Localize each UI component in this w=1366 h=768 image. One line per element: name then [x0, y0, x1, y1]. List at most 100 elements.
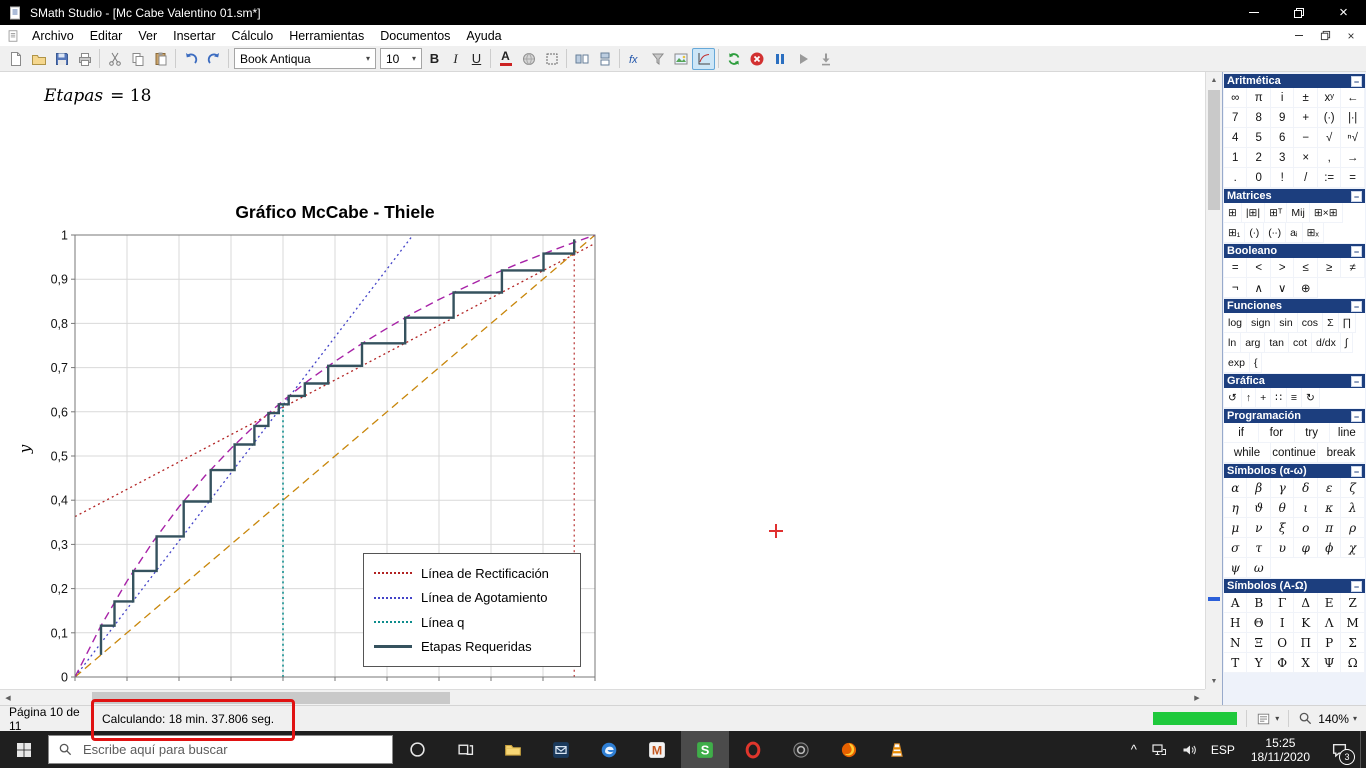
palette-button-booleano[interactable]: ≥	[1318, 258, 1341, 278]
palette-button-grafica[interactable]: +	[1256, 388, 1271, 408]
palette-button-simbolos[interactable]: Μ	[1341, 613, 1364, 633]
palette-button-booleano[interactable]: ≤	[1294, 258, 1317, 278]
palette-button-simbolos[interactable]: Χ	[1294, 653, 1317, 673]
insert-picture-button[interactable]	[669, 48, 692, 70]
palette-button-aritmetica[interactable]: +	[1294, 108, 1317, 128]
palette-button-simbolos[interactable]: Ν	[1224, 633, 1247, 653]
palette-button-simbolos[interactable]: υ	[1271, 538, 1294, 558]
palette-button-aritmetica[interactable]: 1	[1224, 148, 1247, 168]
vertical-scrollbar[interactable]: ▲ ▼	[1205, 72, 1222, 689]
palette-button-funciones[interactable]: ∏	[1339, 313, 1357, 333]
menu-item-calculo[interactable]: Cálculo	[224, 27, 282, 45]
palette-button-aritmetica[interactable]: 6	[1271, 128, 1294, 148]
bold-button[interactable]: B	[424, 48, 445, 70]
palette-button-simbolos[interactable]: Ω	[1341, 653, 1364, 673]
menu-item-herramientas[interactable]: Herramientas	[281, 27, 372, 45]
palette-button-booleano[interactable]: ≠	[1341, 258, 1364, 278]
paste-button[interactable]	[149, 48, 172, 70]
palette-button-funciones[interactable]: arg	[1241, 333, 1265, 353]
scroll-down-button[interactable]: ▼	[1206, 673, 1222, 689]
palette-button-simbolos[interactable]: Υ	[1247, 653, 1270, 673]
save-button[interactable]	[50, 48, 73, 70]
menu-item-archivo[interactable]: Archivo	[24, 27, 82, 45]
palette-button-aritmetica[interactable]: /	[1294, 168, 1317, 188]
menu-item-editar[interactable]: Editar	[82, 27, 131, 45]
palette-button-aritmetica[interactable]: .	[1224, 168, 1247, 188]
palette-button-simbolos[interactable]: ρ	[1341, 518, 1364, 538]
palette-button-aritmetica[interactable]: !	[1271, 168, 1294, 188]
close-button[interactable]: ×	[1321, 0, 1366, 25]
minimize-button[interactable]	[1231, 0, 1276, 25]
palette-button-simbolos[interactable]: π	[1318, 518, 1341, 538]
palette-button-matrices[interactable]: |⊞|	[1242, 203, 1265, 223]
palette-button-simbolos[interactable]: ι	[1294, 498, 1317, 518]
palette-button-aritmetica[interactable]: 9	[1271, 108, 1294, 128]
palette-button-simbolos[interactable]: η	[1224, 498, 1247, 518]
palette-button-matrices[interactable]: ⊞	[1224, 203, 1242, 223]
panel-header-grafica[interactable]: Gráfica−	[1224, 374, 1365, 388]
palette-button-simbolos[interactable]: Η	[1224, 613, 1247, 633]
font-color-button[interactable]: A	[494, 48, 517, 70]
palette-button-aritmetica[interactable]: ±	[1294, 88, 1317, 108]
action-center-button[interactable]: 3	[1319, 731, 1360, 768]
palette-button-funciones[interactable]: Σ	[1323, 313, 1339, 333]
panel-header-simbolos[interactable]: Símbolos (α-ω)−	[1224, 464, 1365, 478]
palette-button-simbolos[interactable]: Ψ	[1318, 653, 1341, 673]
scroll-right-button[interactable]: ▶	[1189, 690, 1205, 706]
collapse-icon[interactable]: −	[1351, 411, 1362, 422]
palette-button-booleano[interactable]: ¬	[1224, 278, 1247, 298]
palette-button-simbolos[interactable]: Κ	[1294, 613, 1317, 633]
palette-button-aritmetica[interactable]: π	[1247, 88, 1270, 108]
palette-button-funciones[interactable]: cot	[1289, 333, 1312, 353]
run-button[interactable]	[791, 48, 814, 70]
palette-button-programacion[interactable]: while	[1224, 443, 1271, 463]
panel-header-aritmetica[interactable]: Aritmética−	[1224, 74, 1365, 88]
start-button[interactable]	[0, 731, 48, 768]
palette-button-matrices[interactable]: ⊞ₓ	[1303, 223, 1324, 243]
palette-button-aritmetica[interactable]: ×	[1294, 148, 1317, 168]
palette-button-aritmetica[interactable]: xʸ	[1318, 88, 1341, 108]
panel-header-simbolos[interactable]: Símbolos (Α-Ω)−	[1224, 579, 1365, 593]
palette-button-aritmetica[interactable]: (∙)	[1318, 108, 1341, 128]
dynamic-assistance-button[interactable]	[517, 48, 540, 70]
panel-header-programacion[interactable]: Programación−	[1224, 409, 1365, 423]
network-button[interactable]	[1144, 731, 1174, 768]
palette-button-booleano[interactable]: ∧	[1247, 278, 1270, 298]
undo-button[interactable]	[179, 48, 202, 70]
palette-button-programacion[interactable]: continue	[1271, 443, 1318, 463]
palette-button-aritmetica[interactable]: ←	[1341, 88, 1364, 108]
palette-button-aritmetica[interactable]: 8	[1247, 108, 1270, 128]
palette-button-aritmetica[interactable]: 4	[1224, 128, 1247, 148]
file-explorer-button[interactable]	[489, 731, 537, 768]
palette-button-aritmetica[interactable]: i	[1271, 88, 1294, 108]
redo-button[interactable]	[202, 48, 225, 70]
palette-button-simbolos[interactable]: ζ	[1341, 478, 1364, 498]
collapse-icon[interactable]: −	[1351, 246, 1362, 257]
show-desktop-button[interactable]	[1360, 731, 1366, 768]
stages-result[interactable]: Etapas= 18	[44, 86, 151, 106]
palette-button-funciones[interactable]: ln	[1224, 333, 1241, 353]
palette-button-funciones[interactable]: sin	[1275, 313, 1297, 333]
document-close-button[interactable]: ×	[1341, 28, 1361, 43]
palette-button-matrices[interactable]: ⊞ᵀ	[1265, 203, 1287, 223]
task-view-button[interactable]	[441, 731, 489, 768]
palette-button-funciones[interactable]: exp	[1224, 353, 1250, 373]
copy-button[interactable]	[126, 48, 149, 70]
italic-button[interactable]: I	[445, 48, 466, 70]
palette-button-simbolos[interactable]: χ	[1341, 538, 1364, 558]
view-mode-button[interactable]: ▾	[1247, 706, 1288, 731]
palette-button-simbolos[interactable]: Ι	[1271, 613, 1294, 633]
scroll-up-button[interactable]: ▲	[1206, 72, 1222, 88]
palette-button-programacion[interactable]: for	[1259, 423, 1294, 443]
palette-button-simbolos[interactable]: θ	[1271, 498, 1294, 518]
document-minimize-button[interactable]	[1289, 28, 1309, 43]
palette-button-booleano[interactable]: ∨	[1271, 278, 1294, 298]
palette-button-simbolos[interactable]: γ	[1271, 478, 1294, 498]
pause-button[interactable]	[768, 48, 791, 70]
palette-button-booleano[interactable]: =	[1224, 258, 1247, 278]
palette-button-aritmetica[interactable]: −	[1294, 128, 1317, 148]
palette-button-simbolos[interactable]: Α	[1224, 593, 1247, 613]
font-size-select[interactable]: 10 ▾	[380, 48, 422, 69]
palette-button-grafica[interactable]: ≡	[1287, 388, 1302, 408]
palette-button-aritmetica[interactable]: ,	[1318, 148, 1341, 168]
